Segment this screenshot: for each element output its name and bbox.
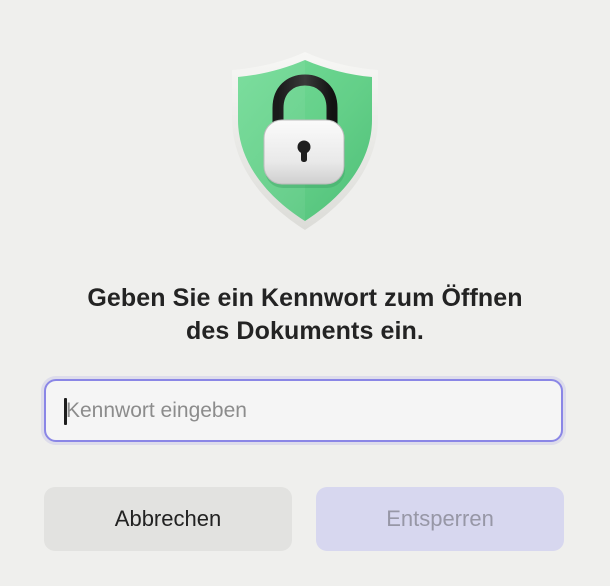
shield-lock-icon xyxy=(228,48,382,232)
dialog-message-line-2: des Dokuments ein. xyxy=(186,317,424,345)
text-cursor xyxy=(64,398,67,425)
dialog-message: Geben Sie ein Kennwort zum Öffnen des Do… xyxy=(40,282,570,348)
dialog-message-line-1: Geben Sie ein Kennwort zum Öffnen xyxy=(87,284,523,312)
password-dialog: Geben Sie ein Kennwort zum Öffnen des Do… xyxy=(0,0,610,586)
cancel-button[interactable]: Abbrechen xyxy=(44,487,292,551)
unlock-button[interactable]: Entsperren xyxy=(316,487,564,551)
password-input[interactable] xyxy=(46,381,561,440)
password-field[interactable] xyxy=(44,379,563,442)
